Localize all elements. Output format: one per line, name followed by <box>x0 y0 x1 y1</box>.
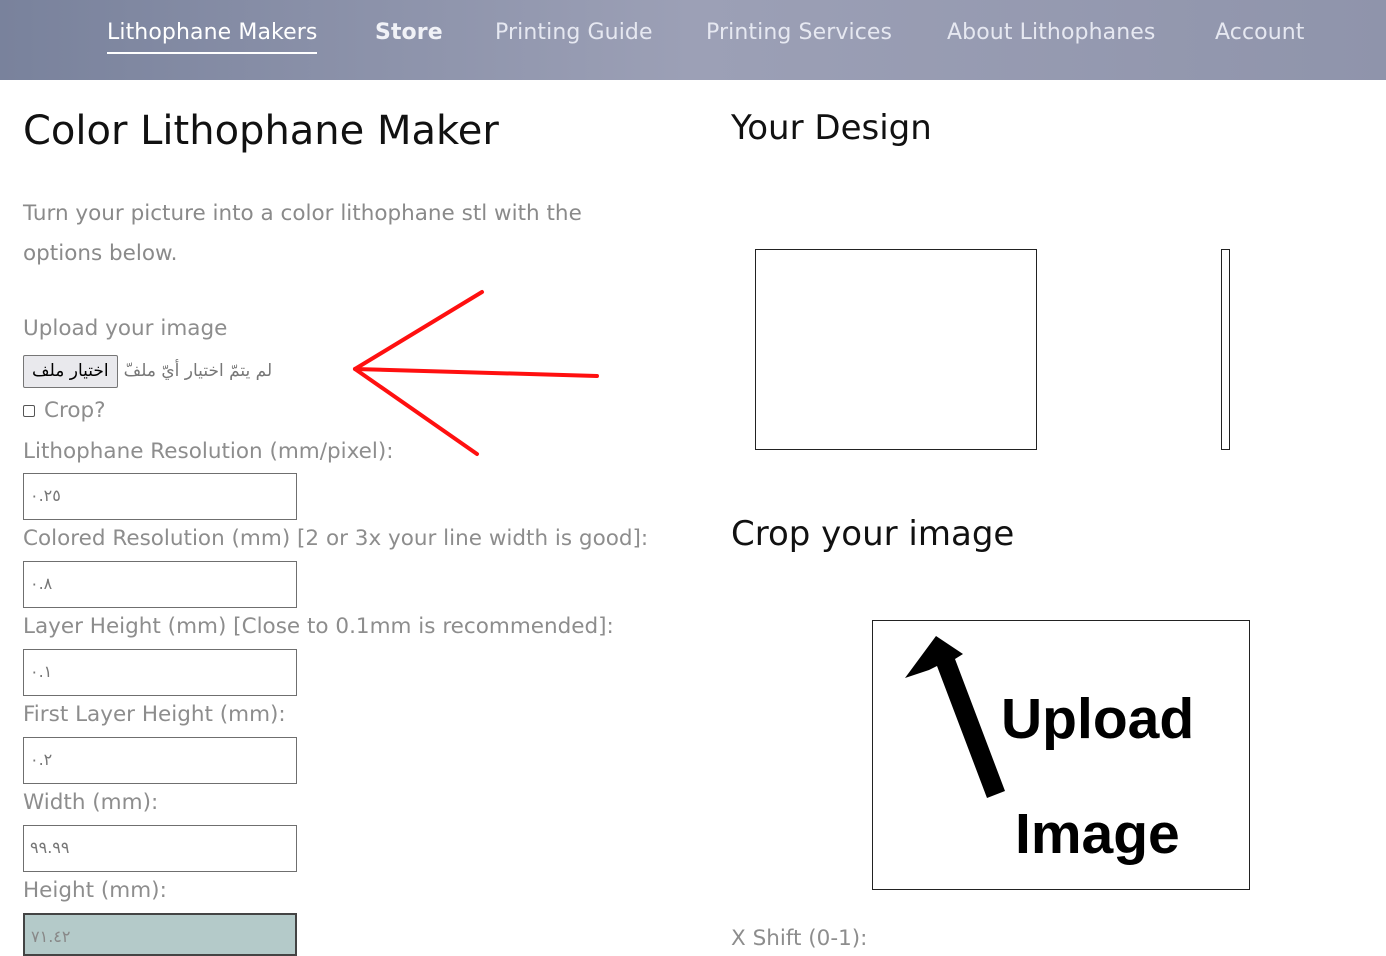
upload-placeholder-word: Upload <box>1001 687 1195 751</box>
crop-option: Crop? <box>23 398 106 423</box>
intro-text: Turn your picture into a color lithophan… <box>23 201 582 266</box>
nav-link-printing-services[interactable]: Printing Services <box>706 18 892 48</box>
lithophane-resolution-label: Lithophane Resolution (mm/pixel): <box>23 439 394 464</box>
page-title: Color Lithophane Maker <box>23 108 499 154</box>
file-status-text: لم يتمّ اختيار أيّ ملفّ <box>123 361 273 381</box>
nav-link-printing-guide[interactable]: Printing Guide <box>495 18 653 48</box>
image-placeholder-word: Image <box>1015 802 1180 866</box>
file-upload-control: اختيار ملف لم يتمّ اختيار أيّ ملفّ <box>23 354 272 388</box>
nav-link-account[interactable]: Account <box>1215 18 1305 48</box>
first-layer-height-label: First Layer Height (mm): <box>23 702 286 727</box>
layer-height-label: Layer Height (mm) [Close to 0.1mm is rec… <box>23 614 614 639</box>
colored-resolution-label: Colored Resolution (mm) [2 or 3x your li… <box>23 526 649 551</box>
red-arrow-icon <box>353 290 599 456</box>
design-preview-side <box>1221 249 1230 450</box>
crop-checkbox[interactable] <box>23 404 35 417</box>
nav-link-store[interactable]: Store <box>375 18 443 48</box>
colored-resolution-input[interactable]: ٠.٨ <box>23 561 297 608</box>
upload-arrow-icon <box>905 636 1005 798</box>
lithophane-resolution-input[interactable]: ٠.٢٥ <box>23 473 297 520</box>
choose-file-button[interactable]: اختيار ملف <box>23 354 118 388</box>
layer-height-input[interactable]: ٠.١ <box>23 649 297 696</box>
width-label: Width (mm): <box>23 790 159 815</box>
crop-image-area[interactable]: Upload Image <box>872 620 1250 890</box>
height-label: Height (mm): <box>23 878 167 903</box>
design-preview-front <box>755 249 1037 450</box>
width-input[interactable]: ٩٩.٩٩ <box>23 825 297 872</box>
top-navigation-bar: Lithophane Makers Store Printing Guide P… <box>0 0 1386 80</box>
height-input[interactable]: ٧١.٤٢ <box>23 913 297 956</box>
your-design-heading: Your Design <box>731 108 932 148</box>
crop-image-heading: Crop your image <box>731 514 1015 554</box>
x-shift-label: X Shift (0-1): <box>731 926 868 951</box>
upload-label: Upload your image <box>23 316 228 341</box>
nav-link-about-lithophanes[interactable]: About Lithophanes <box>947 18 1155 48</box>
nav-link-lithophane-makers[interactable]: Lithophane Makers <box>107 18 318 54</box>
crop-checkbox-label: Crop? <box>44 398 106 423</box>
first-layer-height-input[interactable]: ٠.٢ <box>23 737 297 784</box>
